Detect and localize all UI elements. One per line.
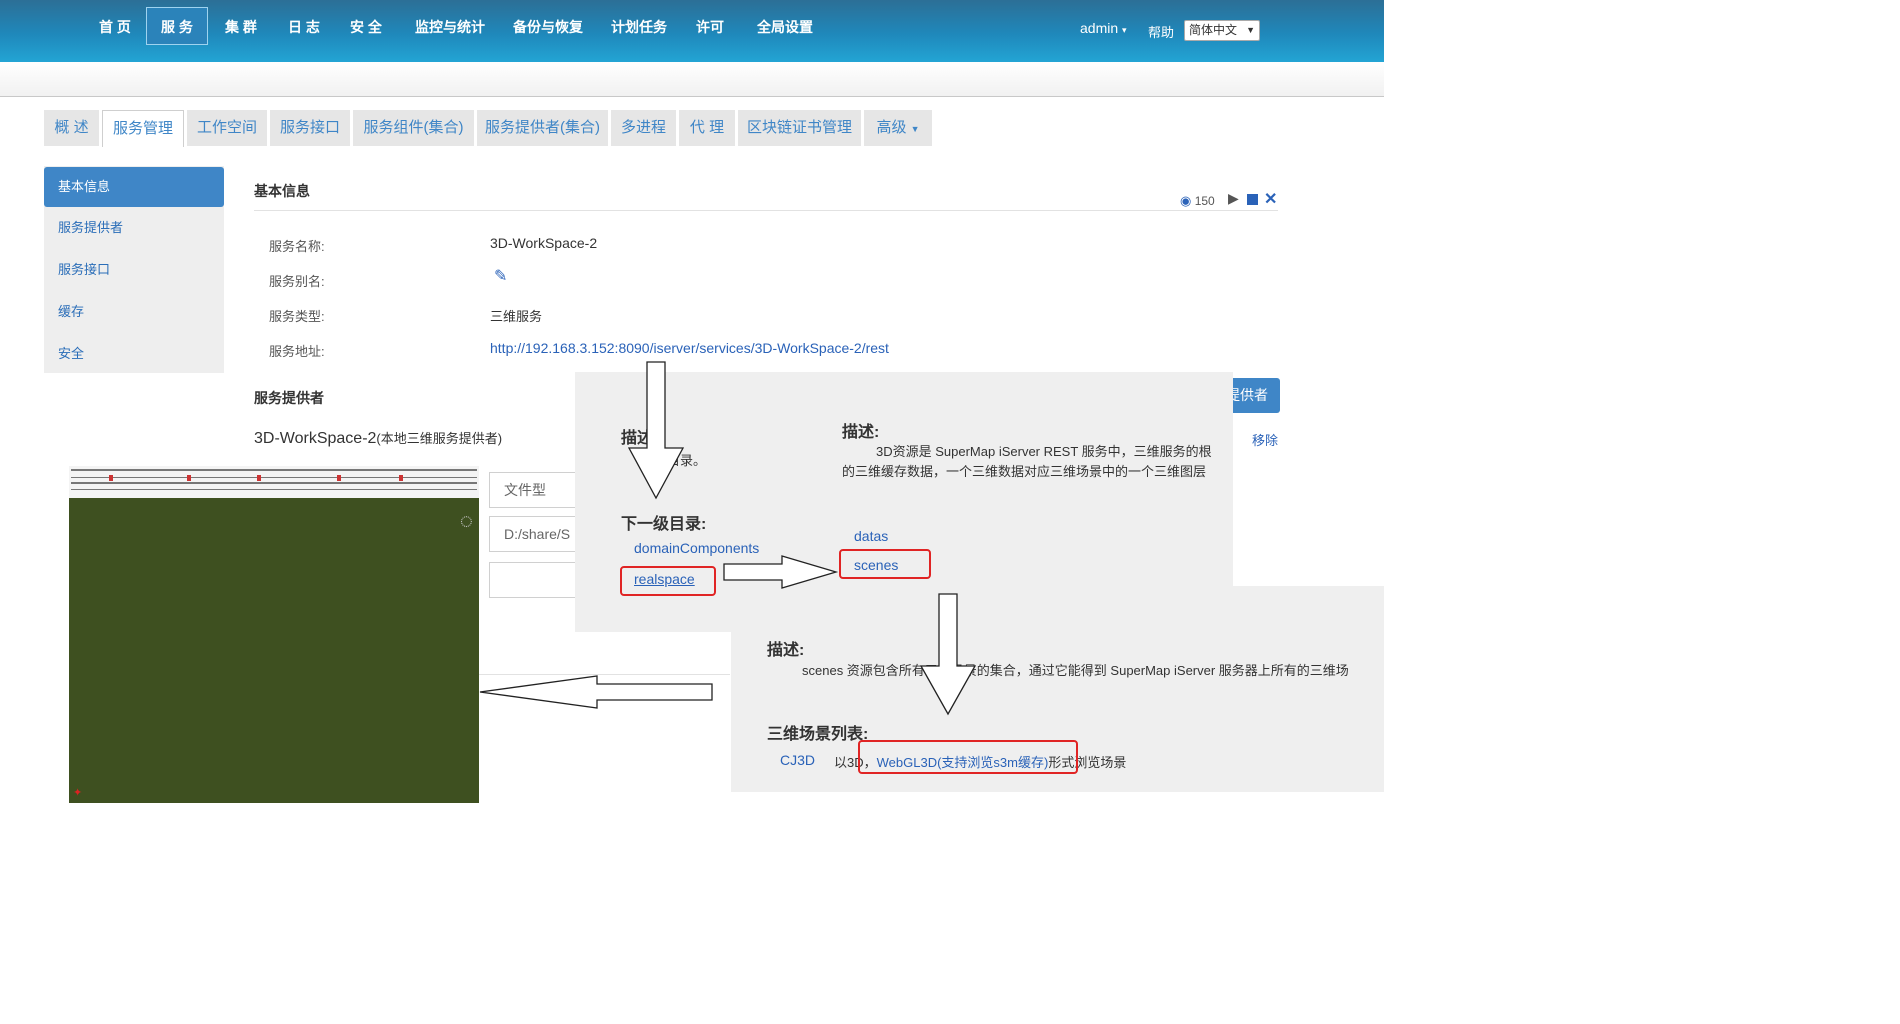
annotation-arrows [479,361,977,716]
arrow-down-2 [919,593,977,716]
arrow-right-1 [723,555,839,589]
arrow-left-1 [479,675,713,709]
arrow-down-1 [627,361,685,500]
